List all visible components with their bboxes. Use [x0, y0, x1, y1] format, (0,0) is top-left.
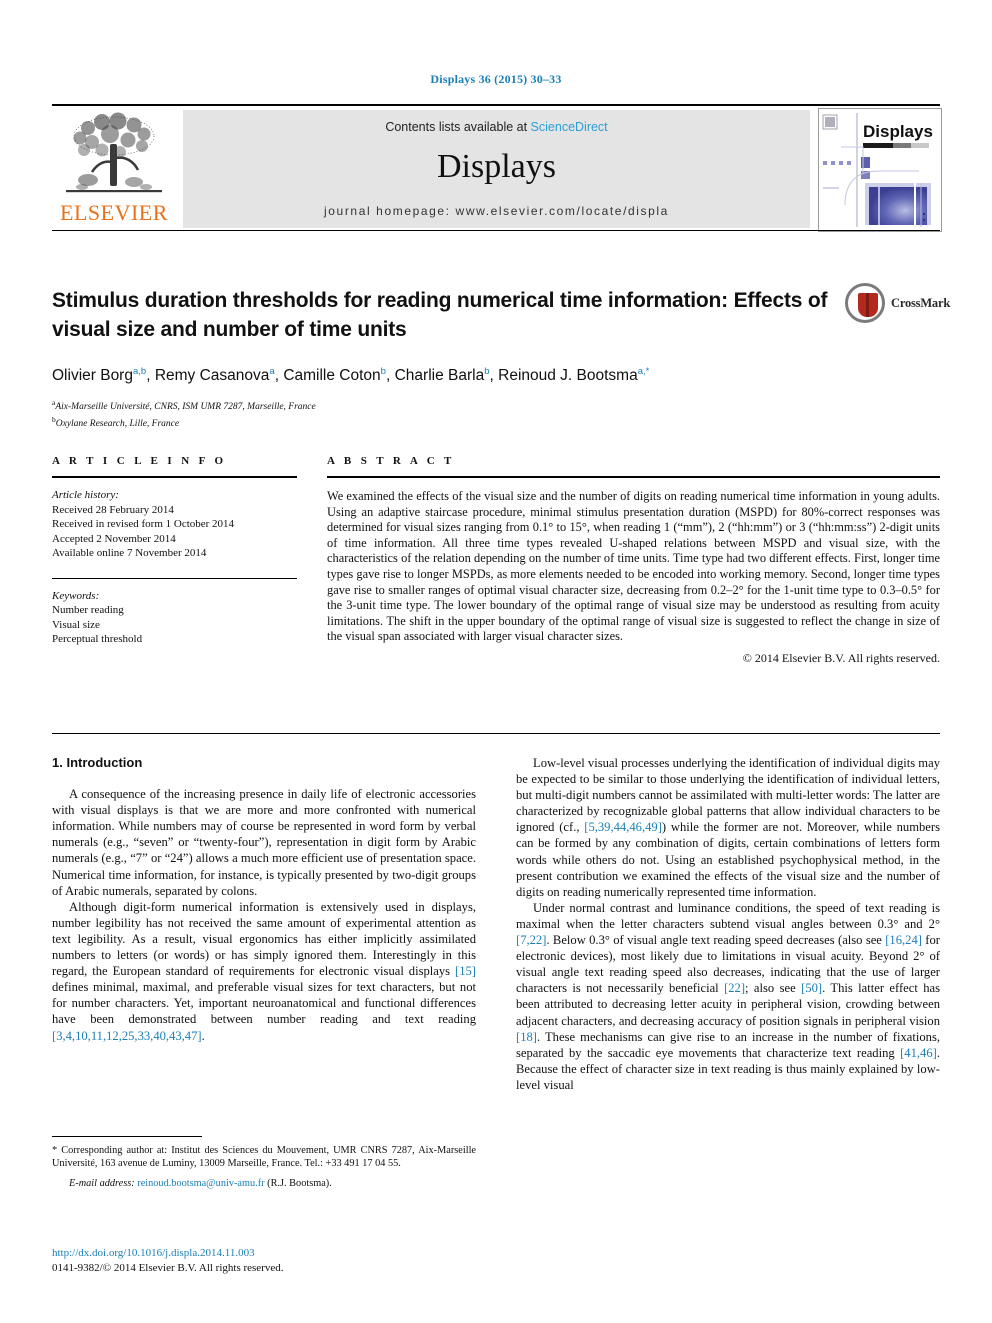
crossmark-label: CrossMark	[891, 296, 951, 310]
section-heading-introduction: 1. Introduction	[52, 755, 143, 770]
info-abstract-region: A R T I C L E I N F O Article history: R…	[52, 455, 940, 725]
affiliation: aAix-Marseille Université, CNRS, ISM UMR…	[52, 398, 316, 413]
citation-link[interactable]: [15]	[455, 964, 476, 978]
author-affiliation-mark[interactable]: a	[269, 366, 274, 377]
keyword-item: Visual size	[52, 618, 100, 631]
paragraph-text: . Below 0.3° of visual angle text readin…	[546, 933, 886, 948]
article-history: Article history: Received 28 February 20…	[52, 488, 297, 561]
journal-cover-art: Displays	[819, 109, 941, 231]
author-name[interactable]: Charlie Barla	[395, 367, 485, 384]
author-affiliation-mark[interactable]: b	[484, 366, 489, 377]
citation-link[interactable]: [5,39,44,46,49]	[584, 820, 662, 834]
article-history-item: Accepted 2 November 2014	[52, 532, 176, 545]
crossmark-shield-icon	[858, 293, 878, 317]
masthead-top-rule	[52, 104, 940, 106]
keywords: Keywords: Number reading Visual size Perce…	[52, 589, 297, 647]
doi-link[interactable]: http://dx.doi.org/10.1016/j.displa.2014.…	[52, 1246, 476, 1261]
paper-title: Stimulus duration thresholds for reading…	[52, 289, 828, 341]
paragraph-text: Although digit-form numerical informatio…	[52, 899, 476, 979]
footnote: * Corresponding author at: Institut des …	[52, 1144, 476, 1190]
masthead-bottom-rule	[52, 230, 940, 231]
author-name[interactable]: Camille Coton	[283, 367, 380, 384]
journal-homepage-link[interactable]: journal homepage: www.elsevier.com/locat…	[183, 204, 810, 218]
title-block: Stimulus duration thresholds for reading…	[52, 286, 940, 430]
abstract-rule	[327, 476, 940, 478]
citation-link[interactable]: [41,46]	[900, 1046, 937, 1060]
running-head: Displays 36 (2015) 30–33	[430, 72, 562, 86]
affiliation-mark: a	[52, 398, 56, 408]
article-history-item: Available online 7 November 2014	[52, 547, 207, 559]
article-history-item: Received in revised form 1 October 2014	[52, 518, 235, 530]
svg-text:Displays: Displays	[863, 122, 933, 141]
article-info-column: A R T I C L E I N F O Article history: R…	[52, 455, 297, 647]
article-history-items: Received 28 February 2014 Received in rev…	[52, 503, 297, 561]
body-column-right: Low-level visual processes underlying th…	[516, 755, 940, 1093]
email-link[interactable]: reinoud.bootsma@univ-amu.fr	[137, 1178, 264, 1189]
author-name[interactable]: Remy Casanova	[155, 367, 270, 384]
crossmark-circle-icon	[845, 283, 885, 323]
email-owner: (R.J. Bootsma).	[264, 1177, 332, 1189]
paper-page: Displays 36 (2015) 30–33 ELSEVIER Conten…	[0, 0, 992, 1323]
footnote-rule	[52, 1136, 202, 1137]
citation-link[interactable]: [3,4,10,11,12,25,33,40,43,47]	[52, 1029, 202, 1043]
contents-prefix: Contents lists available at	[385, 120, 531, 134]
abstract-copyright: © 2014 Elsevier B.V. All rights reserved…	[742, 650, 940, 665]
journal-masthead: ELSEVIER Contents lists available at Sci…	[52, 104, 942, 232]
paragraph: A consequence of the increasing presence…	[52, 787, 476, 898]
elsevier-tree-icon	[66, 112, 162, 193]
paragraph-text: defines minimal, maximal, and preferable…	[52, 980, 476, 1027]
keywords-rule	[52, 577, 297, 579]
abstract-column: A B S T R A C T We examined the effects …	[327, 455, 940, 666]
keywords-items: Number reading Visual size Perceptual thre…	[52, 603, 297, 647]
citation-link[interactable]: [7,22]	[516, 933, 546, 947]
paragraph-text: .	[201, 1028, 205, 1043]
elsevier-logo: ELSEVIER	[52, 110, 176, 228]
keyword-item: Perceptual threshold	[52, 633, 143, 645]
journal-title: Displays	[437, 148, 556, 185]
author-affiliation-mark[interactable]: b	[381, 366, 386, 377]
author-name[interactable]: Reinoud J. Bootsma	[498, 367, 638, 384]
author-list: Olivier Borga,b, Remy Casanovaa, Camille…	[52, 366, 650, 385]
article-history-label: Article history:	[52, 489, 119, 501]
crossmark-badge[interactable]: CrossMark	[845, 283, 950, 333]
abstract-heading: A B S T R A C T	[327, 455, 455, 467]
paragraph-text: ; also see	[745, 981, 802, 996]
email-label: E-mail address:	[69, 1177, 135, 1189]
body-separator-rule	[52, 733, 940, 734]
body-column-left: 1. Introduction A consequence of the inc…	[52, 755, 476, 1044]
journal-banner: Contents lists available at ScienceDirec…	[183, 110, 810, 228]
affiliation: bOxylane Research, Lille, France	[52, 414, 180, 429]
contents-available-line: Contents lists available at ScienceDirec…	[183, 120, 810, 134]
keywords-label: Keywords:	[52, 589, 100, 602]
keyword-item: Number reading	[52, 604, 124, 616]
paragraph: Although digit-form numerical informatio…	[52, 899, 476, 1044]
abstract-text: We examined the effects of the visual si…	[327, 489, 940, 644]
citation-link[interactable]: [22]	[724, 981, 745, 995]
article-history-item: Received 28 February 2014	[52, 503, 174, 516]
doi-block: http://dx.doi.org/10.1016/j.displa.2014.…	[52, 1246, 476, 1275]
affiliation-mark: b	[52, 414, 56, 424]
article-info-heading: A R T I C L E I N F O	[52, 455, 227, 467]
footnote-text: Corresponding author at: Institut des Sc…	[52, 1145, 476, 1170]
elsevier-wordmark: ELSEVIER	[60, 200, 168, 225]
paragraph: Under normal contrast and luminance cond…	[516, 900, 940, 1093]
paragraph-text: . These mechanisms can give rise to an i…	[516, 1029, 940, 1060]
issn-copyright-line: 0141-9382/© 2014 Elsevier B.V. All right…	[52, 1261, 284, 1274]
citation-link[interactable]: [16,24]	[885, 933, 922, 947]
email-note: E-mail address: reinoud.bootsma@univ-amu…	[52, 1177, 476, 1190]
affiliation-list: aAix-Marseille Université, CNRS, ISM UMR…	[52, 397, 940, 430]
paragraph: Low-level visual processes underlying th…	[516, 755, 940, 900]
paragraph-text: Under normal contrast and luminance cond…	[516, 900, 940, 931]
citation-link[interactable]: [18]	[516, 1030, 537, 1044]
author-affiliation-mark[interactable]: a,b	[133, 366, 146, 377]
sciencedirect-link[interactable]: ScienceDirect	[531, 120, 608, 134]
journal-cover-thumbnail: Displays	[818, 108, 942, 232]
article-info-rule	[52, 476, 297, 478]
author-affiliation-mark[interactable]: a,*	[638, 366, 650, 377]
author-name[interactable]: Olivier Borg	[52, 367, 133, 384]
citation-link[interactable]: [50]	[801, 981, 822, 995]
corresponding-author-note: * Corresponding author at: Institut des …	[52, 1144, 476, 1171]
